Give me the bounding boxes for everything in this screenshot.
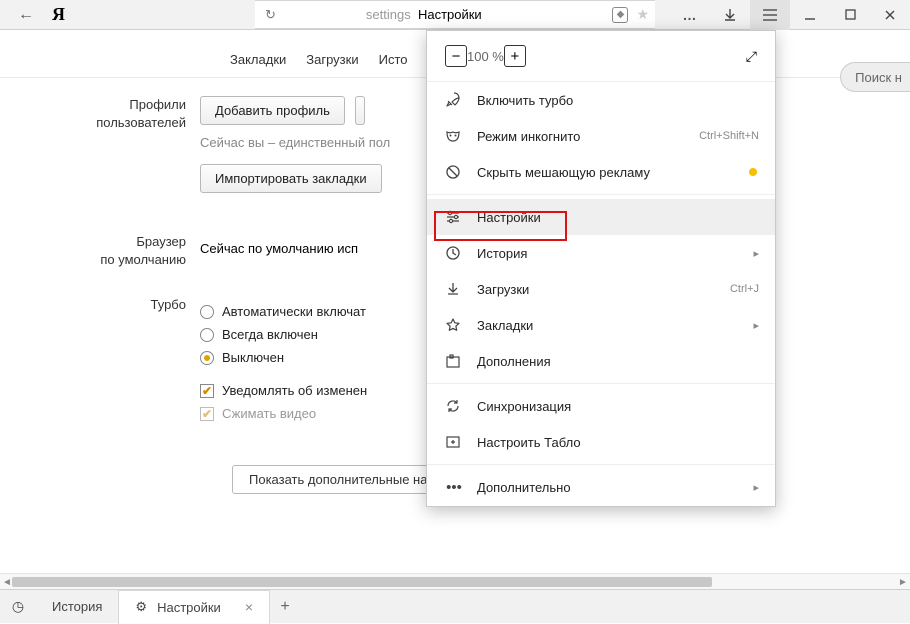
chevron-right-icon: ▸ <box>753 481 759 494</box>
protect-icon[interactable]: ◆ <box>612 7 628 23</box>
menu-item-bookmarks[interactable]: Закладки ▸ <box>427 307 775 343</box>
profile-extra-button[interactable] <box>355 96 365 125</box>
download-icon <box>445 281 463 297</box>
back-button[interactable]: ← <box>18 6 34 24</box>
window-close-button[interactable] <box>870 0 910 30</box>
zoom-out-button[interactable]: − <box>445 45 467 67</box>
tab-settings[interactable]: ⚙ Настройки × <box>119 590 270 624</box>
nav-bookmarks[interactable]: Закладки <box>230 52 286 71</box>
sliders-icon <box>445 209 463 225</box>
main-menu-dropdown: − 100 % + ⤢ Включить турбо Режим инкогни… <box>426 30 776 507</box>
more-icon: ••• <box>445 479 463 496</box>
rocket-icon <box>445 92 463 108</box>
menu-item-settings[interactable]: Настройки <box>427 199 775 235</box>
page-actions-button[interactable]: … <box>670 0 710 30</box>
downloads-shortcut: Ctrl+J <box>730 283 759 295</box>
menu-item-sync[interactable]: Синхронизация <box>427 388 775 424</box>
tab-settings-label: Настройки <box>157 600 221 615</box>
menu-item-hide-ads[interactable]: Скрыть мешающую рекламу <box>427 154 775 190</box>
tablo-icon <box>445 434 463 450</box>
scrollbar-thumb[interactable] <box>12 577 712 587</box>
horizontal-scrollbar[interactable]: ◄ ► <box>0 573 910 589</box>
menu-item-turbo[interactable]: Включить турбо <box>427 82 775 118</box>
chevron-right-icon: ▸ <box>753 247 759 260</box>
menu-item-addons[interactable]: Дополнения <box>427 343 775 379</box>
add-profile-button[interactable]: Добавить профиль <box>200 96 345 125</box>
window-maximize-button[interactable] <box>830 0 870 30</box>
address-bar[interactable]: ↻ settings Настройки ◆ ★ <box>255 0 655 29</box>
address-prefix: settings <box>366 7 411 22</box>
downloads-button[interactable] <box>710 0 750 30</box>
chevron-right-icon: ▸ <box>753 319 759 332</box>
new-tab-button[interactable]: + <box>270 598 300 616</box>
addons-icon <box>445 353 463 369</box>
incognito-shortcut: Ctrl+Shift+N <box>699 130 759 142</box>
section-label-profiles: Профили пользователей <box>0 96 200 193</box>
menu-item-incognito[interactable]: Режим инкогнито Ctrl+Shift+N <box>427 118 775 154</box>
window-minimize-button[interactable] <box>790 0 830 30</box>
menu-item-more[interactable]: ••• Дополнительно ▸ <box>427 469 775 506</box>
menu-item-tablo[interactable]: Настроить Табло <box>427 424 775 460</box>
bookmark-star-icon[interactable]: ★ <box>636 6 649 23</box>
menu-item-downloads[interactable]: Загрузки Ctrl+J <box>427 271 775 307</box>
gear-icon: ⚙ <box>135 599 147 615</box>
history-icon <box>445 245 463 261</box>
tab-history-label: История <box>52 599 102 614</box>
sync-icon <box>445 398 463 414</box>
main-menu-button[interactable] <box>750 0 790 30</box>
block-icon <box>445 164 463 180</box>
tab-close-icon[interactable]: × <box>245 599 253 615</box>
scroll-right-arrow[interactable]: ► <box>896 574 910 590</box>
import-bookmarks-button[interactable]: Импортировать закладки <box>200 164 382 193</box>
zoom-in-button[interactable]: + <box>504 45 526 67</box>
ads-status-dot <box>749 168 757 176</box>
mask-icon <box>445 128 463 144</box>
nav-downloads[interactable]: Загрузки <box>306 52 358 71</box>
zoom-level: 100 % <box>467 49 504 64</box>
address-title: Настройки <box>418 7 482 22</box>
reload-icon[interactable]: ↻ <box>265 7 276 23</box>
section-label-turbo: Турбо <box>0 296 200 429</box>
fullscreen-icon[interactable]: ⤢ <box>746 48 757 65</box>
yandex-logo[interactable]: Я <box>52 4 65 25</box>
history-indicator-icon[interactable]: ◷ <box>0 598 36 615</box>
section-label-default-browser: Браузер по умолчанию <box>0 233 200 268</box>
tab-history[interactable]: История <box>36 590 119 624</box>
nav-history[interactable]: Исто <box>379 52 408 71</box>
default-browser-text: Сейчас по умолчанию исп <box>200 241 358 256</box>
star-icon <box>445 317 463 333</box>
menu-item-history[interactable]: История ▸ <box>427 235 775 271</box>
